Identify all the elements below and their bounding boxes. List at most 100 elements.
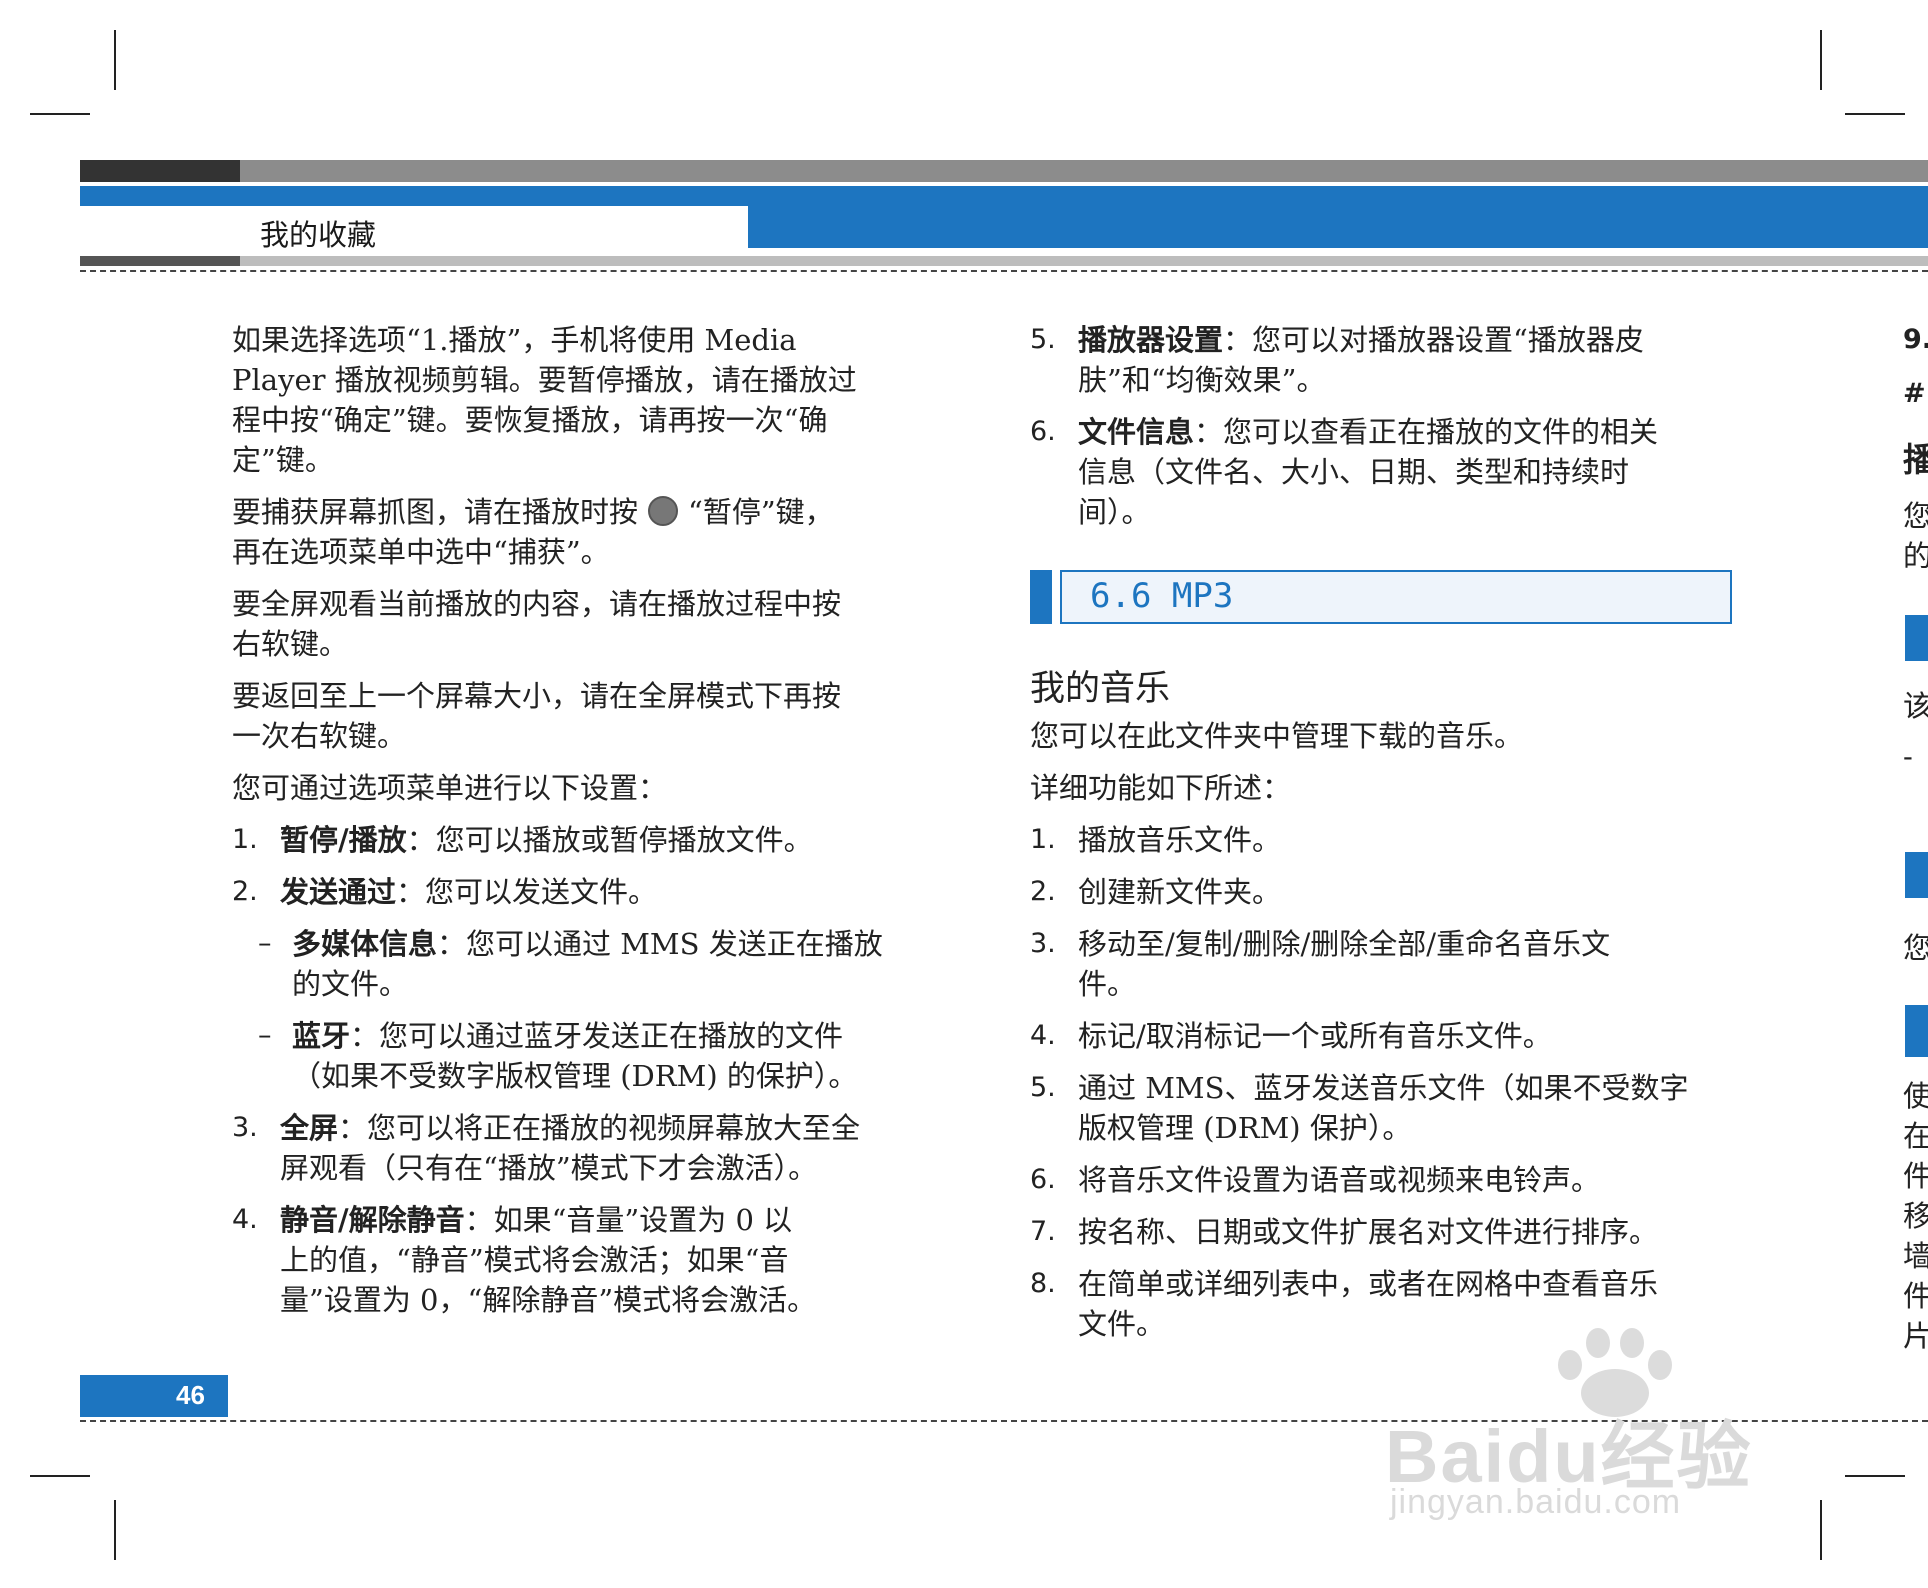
list-term: 静音/解除静音 (280, 1203, 465, 1237)
paragraph-fullscreen-line2: 右软键。 (232, 627, 349, 661)
list-number: 6. (1030, 1164, 1056, 1195)
list-number: 4. (232, 1204, 258, 1235)
list-item-file-info-line2: 信息（文件名、大小、日期、类型和持续时 (1078, 455, 1630, 489)
section-heading: 6.6 MP3 (1090, 576, 1234, 616)
list-number: 3. (232, 1112, 258, 1143)
list-item-file-info-line3: 间）。 (1078, 495, 1151, 529)
music-list-item: 标记/取消标记一个或所有音乐文件。 (1078, 1019, 1552, 1053)
list-text: ：您可以对播放器设置“播放器皮 (1223, 323, 1644, 357)
list-number: 2. (232, 876, 258, 907)
crop-mark (30, 113, 90, 115)
edge-glyph: 在 (1903, 1119, 1928, 1153)
list-text: ：您可以将正在播放的视频屏幕放大至全 (338, 1111, 861, 1145)
header-dashed-rule (80, 270, 1928, 272)
list-item-player-settings-line2: 肤”和“均衡效果”。 (1078, 363, 1326, 397)
list-text: ：您可以查看正在播放的文件的相关 (1194, 415, 1659, 449)
list-term: 发送通过 (280, 875, 397, 909)
sublist-item-bluetooth-line2: （如果不受数字版权管理 (DRM) 的保护）。 (292, 1059, 858, 1093)
list-term: 暂停/播放 (280, 823, 407, 857)
list-text: ：如果“音量”设置为 0 以 (464, 1203, 793, 1237)
edge-glyph: 移 (1903, 1199, 1928, 1233)
music-list-item: 移动至/复制/删除/删除全部/重命名音乐文 (1078, 927, 1611, 961)
subheading-my-music: 我的音乐 (1030, 669, 1171, 709)
paragraph-return-line2: 一次右软键。 (232, 719, 407, 753)
paragraph-capture-line2: 再在选项菜单中选中“捕获”。 (232, 535, 610, 569)
list-term: 文件信息 (1078, 415, 1195, 449)
watermark-url: jingyan.baidu.com (1390, 1483, 1682, 1521)
music-list-item: 在简单或详细列表中，或者在网格中查看音乐 (1078, 1267, 1659, 1301)
baidu-watermark: Baidu经验 jingyan.baidu.com (1385, 1325, 1905, 1525)
crop-mark (1820, 30, 1822, 90)
edge-glyph: - (1903, 739, 1913, 773)
sublist-dash: – (258, 928, 272, 959)
sublist-item-mms: 多媒体信息：您可以通过 MMS 发送正在播放 (292, 924, 883, 964)
list-item-file-info: 文件信息：您可以查看正在播放的文件的相关 (1078, 412, 1658, 452)
music-list-item-line2: 版权管理 (DRM) 保护）。 (1078, 1111, 1412, 1145)
intro-line2: 详细功能如下所述： (1030, 771, 1292, 805)
chapter-title: 我的收藏 (260, 220, 377, 252)
paragraph-play-line3: 程中按“确定”键。要恢复播放，请再按一次“确 (232, 403, 828, 437)
list-number: 8. (1030, 1268, 1056, 1299)
list-number: 2. (1030, 876, 1056, 907)
sublist-item-bluetooth: 蓝牙：您可以通过蓝牙发送正在播放的文件 (292, 1016, 843, 1056)
music-list-item-line2: 文件。 (1078, 1307, 1166, 1341)
header-bar-dark (80, 160, 240, 182)
edge-glyph: 墙 (1903, 1239, 1928, 1273)
edge-glyph: 该 (1903, 689, 1928, 723)
sublist-item-mms-line2: 的文件。 (292, 967, 409, 1001)
header-bar-blue (80, 186, 748, 206)
edge-glyph: 播 (1903, 440, 1928, 479)
paragraph-play-line4: 定”键。 (232, 443, 334, 477)
list-number: 5. (1030, 1072, 1056, 1103)
edge-blue-tab (1905, 615, 1928, 661)
header-bar-grey (240, 160, 1928, 182)
crop-mark (114, 30, 116, 90)
header-underline-dark (80, 256, 240, 266)
edge-glyph: 您 (1903, 499, 1928, 533)
list-item-mute: 静音/解除静音：如果“音量”设置为 0 以 (280, 1200, 792, 1240)
paragraph-capture-text2: “暂停”键， (688, 495, 834, 529)
page-number: 46 (176, 1380, 205, 1410)
paragraph-capture-text: 要捕获屏幕抓图，请在播放时按 (232, 495, 639, 529)
list-text: ：您可以发送文件。 (396, 875, 658, 909)
crop-mark (114, 1500, 116, 1560)
list-term: 全屏 (280, 1111, 339, 1145)
header-underline-grey (240, 256, 1928, 266)
edge-blue-tab (1905, 1005, 1928, 1057)
paragraph-capture-line1: 要捕获屏幕抓图，请在播放时按 “暂停”键， (232, 492, 834, 532)
list-text: ：您可以通过 MMS 发送正在播放 (437, 927, 883, 961)
list-item-fullscreen-line2: 屏观看（只有在“播放”模式下才会激活）。 (280, 1151, 818, 1185)
music-list-item: 按名称、日期或文件扩展名对文件进行排序。 (1078, 1215, 1659, 1249)
list-text: ：您可以播放或暂停播放文件。 (406, 823, 813, 857)
list-text: ：您可以通过蓝牙发送正在播放的文件 (350, 1019, 844, 1053)
music-list-item: 将音乐文件设置为语音或视频来电铃声。 (1078, 1163, 1601, 1197)
edge-glyph: 件 (1903, 1159, 1928, 1193)
list-item-mute-line2: 上的值，“静音”模式将会激活；如果“音 (280, 1243, 789, 1277)
edge-glyph: 件 (1903, 1279, 1928, 1313)
paragraph-options-intro: 您可通过选项菜单进行以下设置： (232, 771, 668, 805)
list-number: 5. (1030, 324, 1056, 355)
list-item-send-via: 发送通过：您可以发送文件。 (280, 872, 657, 912)
edge-glyph: 9. (1903, 324, 1928, 355)
list-number: 1. (232, 824, 258, 855)
list-term: 播放器设置 (1078, 323, 1224, 357)
music-list-item: 通过 MMS、蓝牙发送音乐文件（如果不受数字 (1078, 1071, 1689, 1105)
music-list-item: 播放音乐文件。 (1078, 823, 1282, 857)
list-number: 6. (1030, 416, 1056, 447)
music-list-item-line2: 件。 (1078, 967, 1137, 1001)
list-item-pause-play: 暂停/播放：您可以播放或暂停播放文件。 (280, 820, 813, 860)
paragraph-play-line2: Player 播放视频剪辑。要暂停播放，请在播放过 (232, 363, 857, 397)
list-number: 1. (1030, 824, 1056, 855)
list-term: 蓝牙 (292, 1019, 351, 1053)
ok-key-icon (648, 496, 679, 526)
edge-blue-tab (1905, 852, 1928, 898)
sublist-dash: – (258, 1020, 272, 1051)
edge-glyph: 使 (1903, 1079, 1928, 1113)
intro-line1: 您可以在此文件夹中管理下载的音乐。 (1030, 719, 1524, 753)
paragraph-return-line1: 要返回至上一个屏幕大小，请在全屏模式下再按 (232, 679, 842, 713)
edge-glyph: #. (1903, 378, 1928, 409)
list-term: 多媒体信息 (292, 927, 438, 961)
page-number-tab (80, 1375, 228, 1417)
edge-glyph: 片 (1903, 1319, 1928, 1353)
edge-glyph: 您 (1903, 931, 1928, 965)
